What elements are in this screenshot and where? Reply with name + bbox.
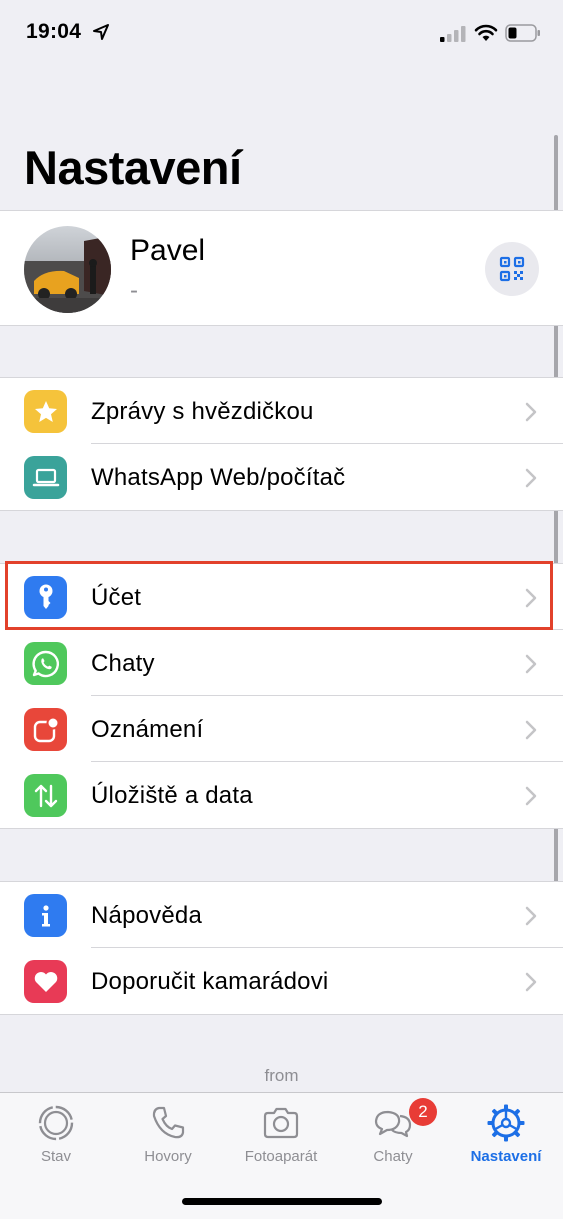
whatsapp-web-row[interactable]: WhatsApp Web/počítač xyxy=(0,444,563,510)
chats-unread-badge: 2 xyxy=(409,1098,437,1126)
home-indicator[interactable] xyxy=(182,1198,382,1205)
profile-name: Pavel xyxy=(130,234,206,267)
highlight-box xyxy=(5,561,553,630)
chevron-right-icon xyxy=(525,786,537,806)
profile-status: - xyxy=(130,277,138,304)
settings-gear-icon xyxy=(487,1104,525,1142)
status-icon xyxy=(38,1105,74,1141)
notification-icon xyxy=(24,708,67,751)
storage-arrows-icon xyxy=(24,774,67,817)
phone-icon xyxy=(152,1106,185,1139)
tab-chats-label: Chaty xyxy=(373,1148,413,1165)
chats-settings-label: Chaty xyxy=(91,650,155,677)
footer-from-text: from xyxy=(264,1066,299,1085)
status-bar: 19:04 xyxy=(0,0,563,70)
chat-bubbles-icon xyxy=(374,1110,412,1138)
whatsapp-icon xyxy=(24,642,67,685)
tab-status-label: Stav xyxy=(40,1148,71,1165)
tell-a-friend-row[interactable]: Doporučit kamarádovi xyxy=(0,948,563,1014)
storage-data-row[interactable]: Úložiště a data xyxy=(0,762,563,828)
wifi-icon xyxy=(474,24,498,41)
settings-group-3: Nápověda Doporučit kamarádovi xyxy=(0,881,563,1015)
tab-calls-label: Hovory xyxy=(144,1148,192,1165)
starred-messages-row[interactable]: Zprávy s hvězdičkou xyxy=(0,378,563,444)
starred-messages-label: Zprávy s hvězdičkou xyxy=(91,398,314,425)
notifications-row[interactable]: Oznámení xyxy=(0,696,563,762)
settings-group-1: Zprávy s hvězdičkou WhatsApp Web/počítač xyxy=(0,377,563,511)
tab-status[interactable]: Stav xyxy=(0,1093,112,1173)
info-icon xyxy=(24,894,67,937)
tab-settings-label: Nastavení xyxy=(470,1148,542,1165)
qr-code-button[interactable] xyxy=(485,242,539,296)
storage-data-label: Úložiště a data xyxy=(91,782,253,809)
profile-row[interactable]: Pavel - xyxy=(0,210,563,326)
location-arrow-icon xyxy=(93,24,109,40)
star-icon xyxy=(24,390,67,433)
tab-camera[interactable]: Fotoaparát xyxy=(225,1093,337,1173)
help-row[interactable]: Nápověda xyxy=(0,882,563,948)
chevron-right-icon xyxy=(525,720,537,740)
chevron-right-icon xyxy=(525,468,537,488)
notifications-label: Oznámení xyxy=(91,716,204,743)
qr-code-icon xyxy=(499,256,525,282)
chevron-right-icon xyxy=(525,402,537,422)
tab-settings[interactable]: Nastavení xyxy=(450,1093,562,1173)
battery-icon xyxy=(505,24,540,42)
tell-a-friend-label: Doporučit kamarádovi xyxy=(91,968,329,995)
heart-icon xyxy=(24,960,67,1003)
camera-icon xyxy=(263,1107,299,1139)
laptop-icon xyxy=(24,456,67,499)
chevron-right-icon xyxy=(525,654,537,674)
cellular-signal-icon xyxy=(440,26,466,42)
chats-settings-row[interactable]: Chaty xyxy=(0,630,563,696)
chevron-right-icon xyxy=(525,972,537,992)
page-title: Nastavení xyxy=(24,141,242,194)
status-time: 19:04 xyxy=(26,20,82,43)
whatsapp-web-label: WhatsApp Web/počítač xyxy=(91,464,346,491)
avatar[interactable] xyxy=(24,226,111,313)
tab-camera-label: Fotoaparát xyxy=(244,1148,318,1165)
tab-calls[interactable]: Hovory xyxy=(112,1093,224,1173)
help-label: Nápověda xyxy=(91,902,203,929)
chevron-right-icon xyxy=(525,906,537,926)
